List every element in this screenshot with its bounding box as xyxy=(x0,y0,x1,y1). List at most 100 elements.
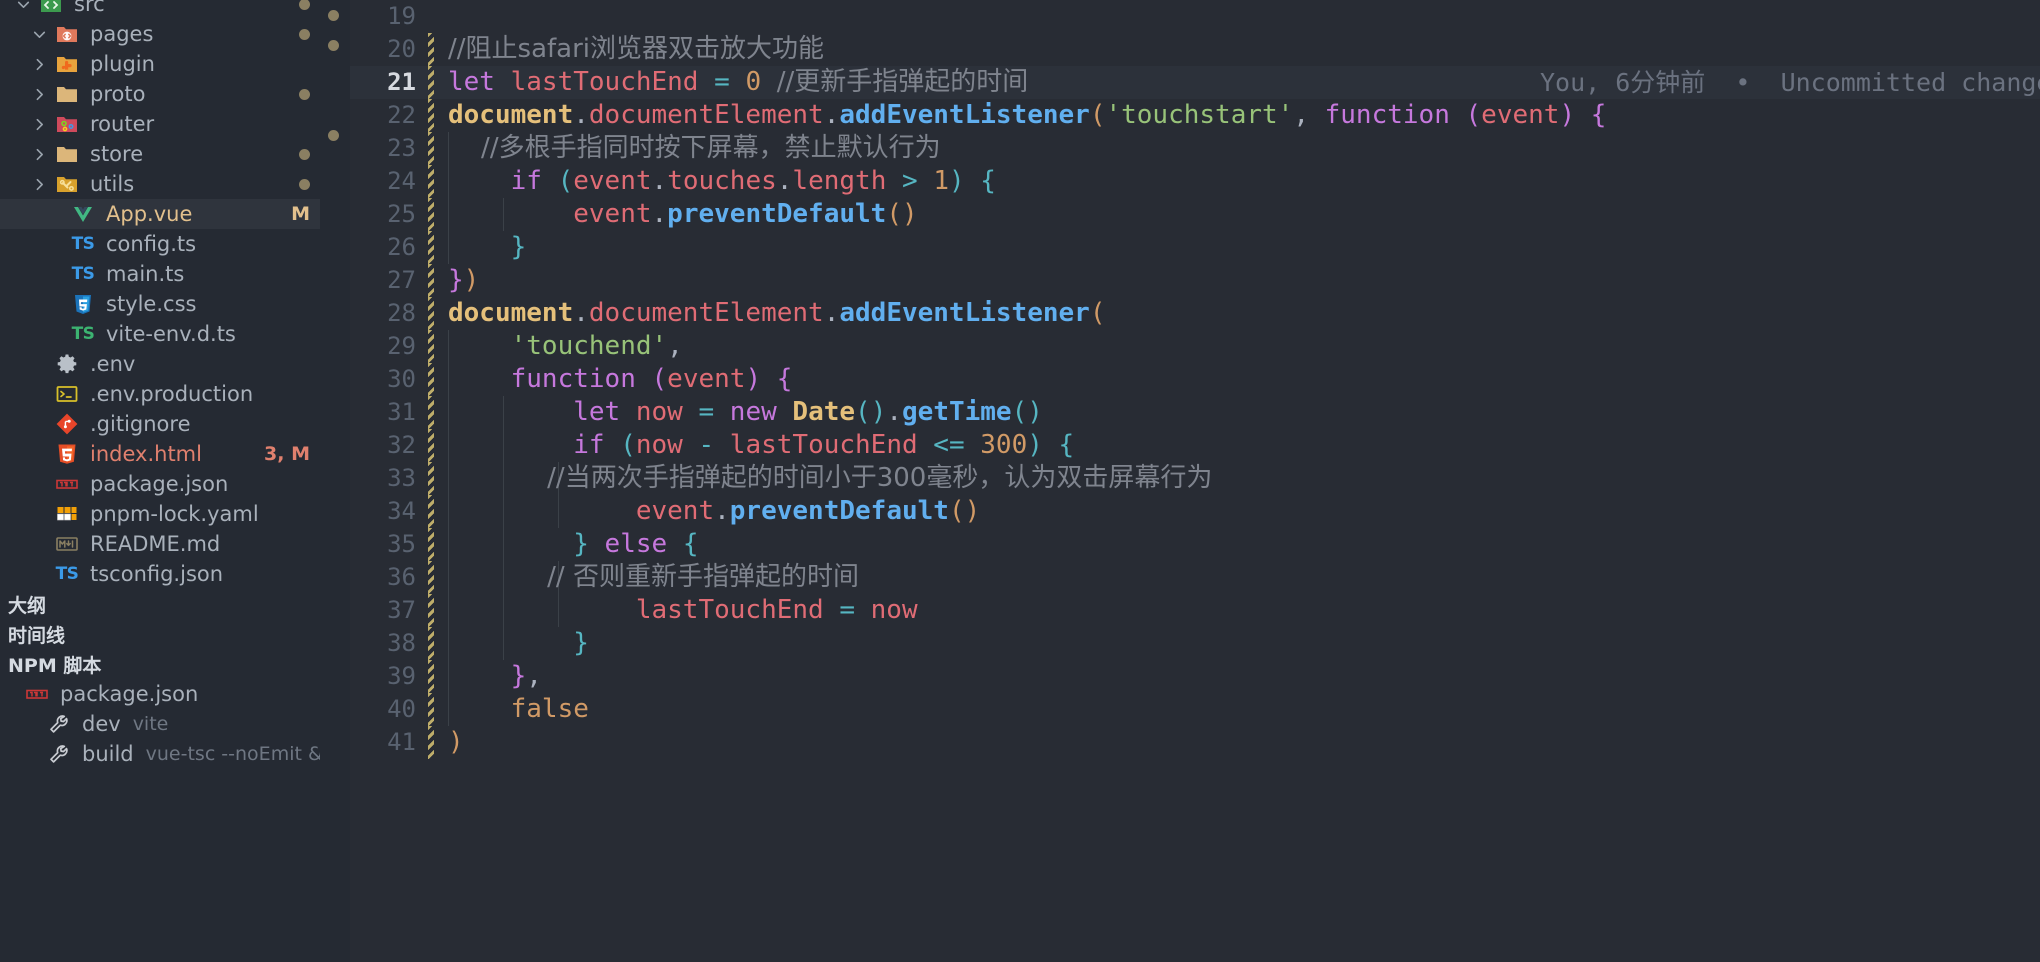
line-number[interactable]: 32 xyxy=(350,429,416,462)
npm-script-package.json[interactable]: package.json xyxy=(0,679,320,709)
tree-item-proto[interactable]: proto xyxy=(0,79,320,109)
line-number[interactable]: 21 xyxy=(350,66,416,99)
line-number[interactable]: 27 xyxy=(350,264,416,297)
line-number[interactable]: 26 xyxy=(350,231,416,264)
code-line-23[interactable]: 23 //多根手指同时按下屏幕，禁止默认行为 xyxy=(350,132,2040,165)
code-line-36[interactable]: 36 // 否则重新手指弹起的时间 xyxy=(350,561,2040,594)
code-text[interactable]: } else { xyxy=(448,528,698,561)
line-number[interactable]: 28 xyxy=(350,297,416,330)
code-line-33[interactable]: 33 //当两次手指弹起的时间小于300毫秒，认为双击屏幕行为 xyxy=(350,462,2040,495)
file-tree[interactable]: src pages plugin proto router store utils App.v… xyxy=(0,0,320,589)
sidebar-sections[interactable]: 大纲 时间线 NPM 脚本 package.json dev vite build vue-t… xyxy=(0,589,320,769)
chevron-right-icon[interactable] xyxy=(26,176,52,193)
code-line-19[interactable]: 19 xyxy=(350,0,2040,33)
code-text[interactable]: //当两次手指弹起的时间小于300毫秒，认为双击屏幕行为 xyxy=(448,462,1212,495)
line-number[interactable]: 35 xyxy=(350,528,416,561)
code-editor[interactable]: 19 20 //阻止safari浏览器双击放大功能 21 let lastTouchEn… xyxy=(320,0,2040,962)
line-number[interactable]: 37 xyxy=(350,594,416,627)
tree-item-config-ts[interactable]: TS config.ts xyxy=(0,229,320,259)
line-number[interactable]: 24 xyxy=(350,165,416,198)
sidebar-section-2[interactable]: NPM 脚本 xyxy=(0,649,320,679)
code-line-21[interactable]: 21 let lastTouchEnd = 0 //更新手指弹起的时间 You, 6… xyxy=(350,66,2040,99)
tree-item--env-production[interactable]: .env.production xyxy=(0,379,320,409)
tree-item-package-json[interactable]: package.json xyxy=(0,469,320,499)
git-blame-annotation[interactable]: You, 6分钟前 • Uncommitted changes xyxy=(1540,66,2040,99)
npm-script-dev[interactable]: dev vite xyxy=(0,709,320,739)
tree-item-plugin[interactable]: plugin xyxy=(0,49,320,79)
line-number[interactable]: 36 xyxy=(350,561,416,594)
line-number[interactable]: 34 xyxy=(350,495,416,528)
line-number[interactable]: 20 xyxy=(350,33,416,66)
code-text[interactable]: document.documentElement.addEventListene… xyxy=(448,99,1606,132)
line-number[interactable]: 31 xyxy=(350,396,416,429)
code-text[interactable]: }) xyxy=(448,264,479,297)
tree-item-main-ts[interactable]: TS main.ts xyxy=(0,259,320,289)
code-line-27[interactable]: 27}) xyxy=(350,264,2040,297)
line-number[interactable]: 38 xyxy=(350,627,416,660)
code-line-35[interactable]: 35 } else { xyxy=(350,528,2040,561)
code-text[interactable]: //阻止safari浏览器双击放大功能 xyxy=(448,33,824,66)
sidebar-section-0[interactable]: 大纲 xyxy=(0,589,320,619)
tree-item-vite-env-d-ts[interactable]: TS vite-env.d.ts xyxy=(0,319,320,349)
code-text[interactable]: ) xyxy=(448,726,464,759)
tree-item-pnpm-lock-yaml[interactable]: pnpm-lock.yaml xyxy=(0,499,320,529)
line-number[interactable]: 19 xyxy=(350,0,416,33)
line-number[interactable]: 22 xyxy=(350,99,416,132)
code-text[interactable]: //多根手指同时按下屏幕，禁止默认行为 xyxy=(448,132,941,165)
tree-item-index-html[interactable]: index.html 3, M xyxy=(0,439,320,469)
tree-item--gitignore[interactable]: .gitignore xyxy=(0,409,320,439)
tree-item-style-css[interactable]: style.css xyxy=(0,289,320,319)
chevron-down-icon[interactable] xyxy=(26,26,52,43)
code-line-41[interactable]: 41) xyxy=(350,726,2040,759)
code-text[interactable]: if (event.touches.length > 1) { xyxy=(448,165,996,198)
code-line-25[interactable]: 25 event.preventDefault() xyxy=(350,198,2040,231)
line-number[interactable]: 40 xyxy=(350,693,416,726)
chevron-down-icon[interactable] xyxy=(10,0,36,13)
code-line-31[interactable]: 31 let now = new Date().getTime() xyxy=(350,396,2040,429)
line-number[interactable]: 29 xyxy=(350,330,416,363)
code-line-37[interactable]: 37 lastTouchEnd = now xyxy=(350,594,2040,627)
code-text[interactable]: // 否则重新手指弹起的时间 xyxy=(448,561,859,594)
tree-item-router[interactable]: router xyxy=(0,109,320,139)
chevron-right-icon[interactable] xyxy=(26,86,52,103)
code-text[interactable]: } xyxy=(448,627,589,660)
line-number[interactable]: 41 xyxy=(350,726,416,759)
line-number[interactable]: 23 xyxy=(350,132,416,165)
code-text[interactable]: event.preventDefault() xyxy=(448,198,917,231)
code-text[interactable]: 'touchend', xyxy=(448,330,683,363)
code-line-29[interactable]: 29 'touchend', xyxy=(350,330,2040,363)
code-text[interactable]: event.preventDefault() xyxy=(448,495,980,528)
code-line-22[interactable]: 22 document.documentElement.addEventListe… xyxy=(350,99,2040,132)
explorer-sidebar[interactable]: src pages plugin proto router store utils App.v… xyxy=(0,0,320,962)
code-lines[interactable]: 19 20 //阻止safari浏览器双击放大功能 21 let lastTouchEn… xyxy=(350,0,2040,962)
tree-item-utils[interactable]: utils xyxy=(0,169,320,199)
npm-script-build[interactable]: build vue-tsc --noEmit && vite build xyxy=(0,739,320,769)
code-text[interactable]: lastTouchEnd = now xyxy=(448,594,918,627)
chevron-right-icon[interactable] xyxy=(26,116,52,133)
sidebar-section-1[interactable]: 时间线 xyxy=(0,619,320,649)
tree-item-tsconfig-json[interactable]: TS tsconfig.json xyxy=(0,559,320,589)
tree-item-src[interactable]: src xyxy=(0,0,320,19)
code-line-34[interactable]: 34 event.preventDefault() xyxy=(350,495,2040,528)
tree-item-app-vue[interactable]: App.vue M xyxy=(0,199,320,229)
code-line-40[interactable]: 40 false xyxy=(350,693,2040,726)
code-line-32[interactable]: 32 if (now - lastTouchEnd <= 300) { xyxy=(350,429,2040,462)
chevron-right-icon[interactable] xyxy=(26,146,52,163)
line-number[interactable]: 39 xyxy=(350,660,416,693)
code-line-39[interactable]: 39 }, xyxy=(350,660,2040,693)
code-line-20[interactable]: 20 //阻止safari浏览器双击放大功能 xyxy=(350,33,2040,66)
line-number[interactable]: 25 xyxy=(350,198,416,231)
code-line-28[interactable]: 28 document.documentElement.addEventListe… xyxy=(350,297,2040,330)
code-line-26[interactable]: 26 } xyxy=(350,231,2040,264)
code-text[interactable]: } xyxy=(448,231,527,264)
code-line-24[interactable]: 24 if (event.touches.length > 1) { xyxy=(350,165,2040,198)
chevron-right-icon[interactable] xyxy=(26,56,52,73)
code-text[interactable]: let now = new Date().getTime() xyxy=(448,396,1043,429)
tree-item--env[interactable]: .env xyxy=(0,349,320,379)
line-number[interactable]: 33 xyxy=(350,462,416,495)
code-text[interactable]: if (now - lastTouchEnd <= 300) { xyxy=(448,429,1074,462)
code-text[interactable]: }, xyxy=(448,660,542,693)
tree-item-pages[interactable]: pages xyxy=(0,19,320,49)
tree-item-store[interactable]: store xyxy=(0,139,320,169)
line-number[interactable]: 30 xyxy=(350,363,416,396)
